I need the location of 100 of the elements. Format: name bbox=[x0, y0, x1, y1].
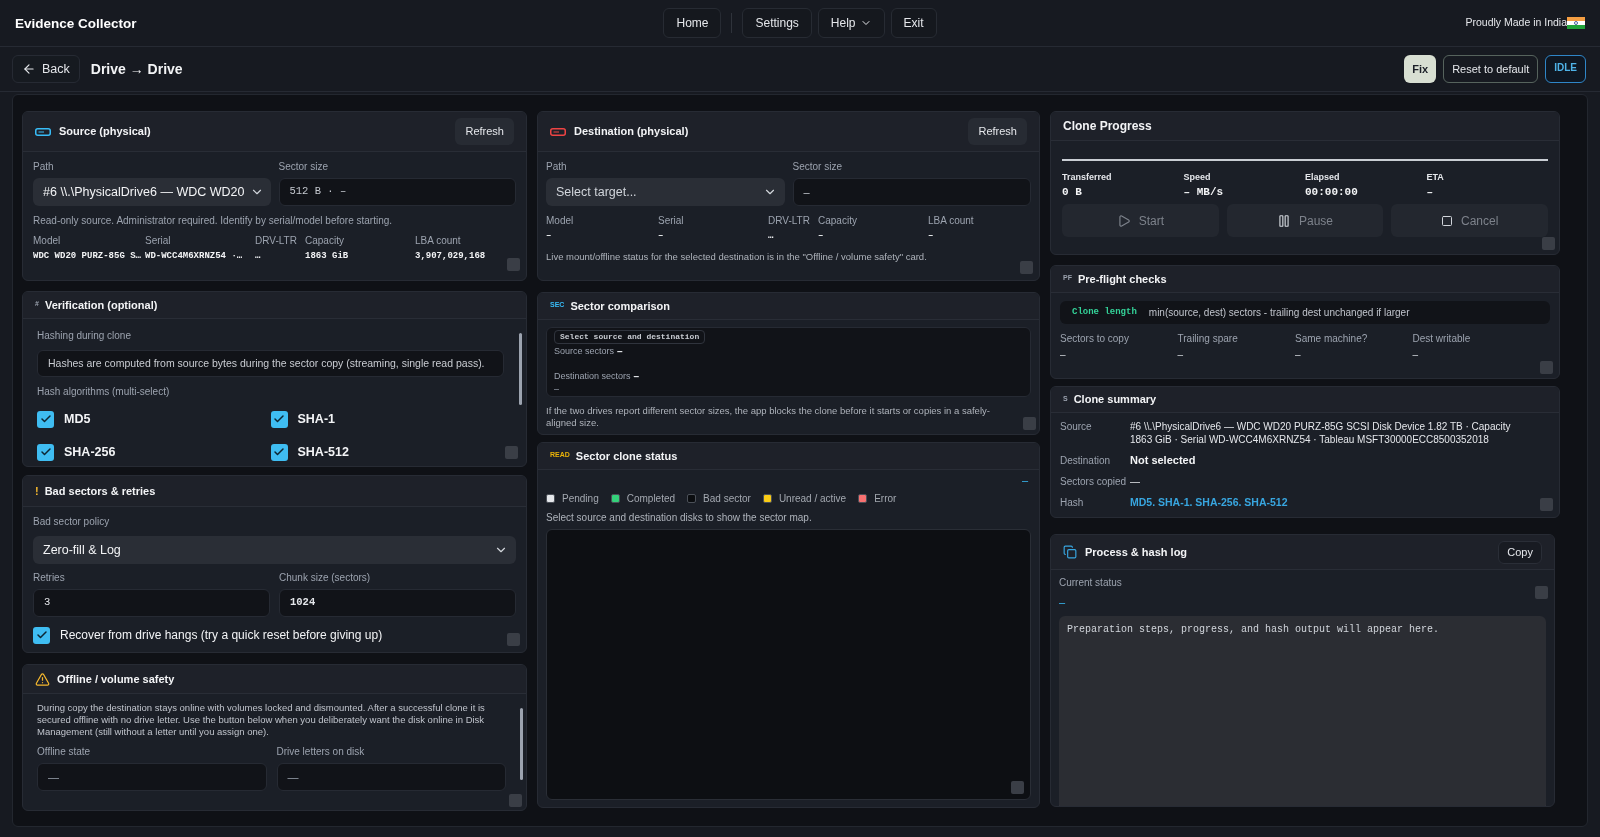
chunk-size-field[interactable]: 1024 bbox=[279, 589, 516, 617]
drive-letters-field[interactable]: — bbox=[276, 763, 506, 791]
field-value: – bbox=[633, 370, 640, 382]
checkbox[interactable] bbox=[33, 626, 50, 644]
field-label: Serial bbox=[658, 214, 685, 227]
scrollbar-thumb[interactable] bbox=[520, 708, 523, 780]
field-label: DRV-LTR bbox=[768, 214, 811, 227]
card-title: Process & hash log bbox=[1085, 544, 1188, 560]
field-label: Dest writable bbox=[1412, 332, 1472, 345]
stat-label: Transferred bbox=[1062, 171, 1113, 183]
field-label: Destination sectors bbox=[554, 370, 631, 382]
rule-text: min(source, dest) sectors - trailing dest unchanged if larger bbox=[1148, 306, 1410, 320]
checkbox-label: MD5 bbox=[64, 411, 91, 428]
summary-label: Destination bbox=[1060, 454, 1112, 467]
field-value: 1863 GiB bbox=[305, 250, 350, 262]
card-title: Pre-flight checks bbox=[1077, 271, 1167, 287]
field-label: Hashing during clone bbox=[37, 329, 132, 342]
square-icon bbox=[1542, 237, 1555, 250]
stat-value: 00:00:00 bbox=[1305, 185, 1359, 199]
square-icon bbox=[1540, 361, 1553, 374]
nav-button[interactable]: Settings bbox=[742, 8, 812, 38]
pause-icon bbox=[1276, 213, 1291, 228]
sector-size-field[interactable]: 512 B · – bbox=[278, 178, 516, 206]
rule-name: Clone length bbox=[1072, 305, 1137, 319]
page-title: Drive → Drive bbox=[90, 59, 183, 79]
legend-label: Pending bbox=[562, 492, 599, 506]
retries-field[interactable]: 3 bbox=[33, 589, 270, 617]
status-value: – bbox=[1059, 596, 1066, 608]
nav-button[interactable]: Exit bbox=[890, 8, 937, 38]
field-value: – bbox=[554, 384, 559, 395]
card-title: Source (physical) bbox=[59, 124, 151, 140]
checkbox[interactable] bbox=[270, 443, 288, 461]
square-icon bbox=[505, 446, 518, 459]
helper-text: Read-only source. Administrator required. Identify by serial/model before starting. bbox=[33, 214, 394, 227]
field-value: – bbox=[617, 345, 623, 357]
checkbox-label: SHA-256 bbox=[64, 443, 116, 461]
summary-label: Sectors copied bbox=[1060, 475, 1128, 488]
field-value: – bbox=[546, 230, 553, 242]
summary-label: Source bbox=[1060, 420, 1093, 434]
card-title: Sector clone status bbox=[575, 448, 678, 464]
app-title: Evidence Collector bbox=[15, 16, 137, 31]
checkbox-label: SHA-1 bbox=[297, 411, 335, 428]
back-button[interactable]: Back bbox=[12, 55, 80, 83]
legend-label: Error bbox=[874, 492, 897, 506]
refresh-button[interactable]: Refresh bbox=[968, 118, 1027, 145]
field-label: Hash algorithms (multi-select) bbox=[37, 385, 171, 398]
section-tag: ! bbox=[35, 482, 39, 500]
card-title: Offline / volume safety bbox=[57, 671, 175, 687]
field-value: – bbox=[1295, 348, 1301, 361]
stat-label: Speed bbox=[1183, 171, 1212, 183]
field-label: Offline state bbox=[37, 745, 92, 758]
square-stop-icon bbox=[1441, 214, 1453, 227]
card-title: Sector comparison bbox=[570, 298, 671, 314]
nav-button[interactable]: Help bbox=[817, 8, 885, 38]
stat-label: Elapsed bbox=[1305, 171, 1341, 183]
square-icon bbox=[507, 258, 520, 271]
field-label: Trailing spare bbox=[1177, 332, 1239, 345]
card-title: Clone Progress bbox=[1063, 118, 1152, 135]
path-select[interactable]: #6 \\.\PhysicalDrive6 — WDC WD20 bbox=[33, 178, 271, 206]
copy-button[interactable]: Copy bbox=[1498, 540, 1542, 564]
sector-size-field[interactable]: – bbox=[792, 178, 1031, 206]
field-label: Model bbox=[546, 214, 575, 227]
description-text: During copy the destination stays online with volumes locked and dismounted. After a successful clone it is secured offline with no drive letter. Use the button below when you deliberately want the disk online in Disk Management (still without a letter until you assign one). bbox=[37, 702, 486, 738]
field-label: Serial bbox=[145, 234, 172, 247]
field-value: … bbox=[255, 250, 262, 262]
nav-button[interactable]: Home bbox=[663, 8, 722, 38]
log-output[interactable]: Preparation steps, progress, and hash output will appear here. bbox=[1059, 616, 1546, 806]
stat-value: – MB/s bbox=[1183, 185, 1225, 199]
legend-label: Bad sector bbox=[703, 492, 751, 506]
copy-icon bbox=[1063, 545, 1077, 559]
policy-select[interactable]: Zero-fill & Log bbox=[33, 536, 516, 564]
field-label: Source sectors bbox=[554, 345, 615, 357]
legend-label: Unread / active bbox=[778, 492, 847, 506]
scrollbar-thumb[interactable] bbox=[519, 333, 522, 405]
card-title: Bad sectors & retries bbox=[44, 483, 156, 499]
square-icon bbox=[1540, 498, 1553, 511]
summary-label: Hash bbox=[1060, 496, 1085, 509]
square-icon bbox=[509, 794, 522, 807]
checkbox[interactable] bbox=[37, 443, 54, 461]
helper-text: If the two drives report different sector sizes, the app blocks the clone before it starts or copies in a safely-aligned size. bbox=[546, 405, 991, 429]
field-label: Sector size bbox=[278, 160, 329, 173]
offline-state-field[interactable]: — bbox=[37, 763, 267, 791]
checkbox[interactable] bbox=[270, 410, 288, 428]
refresh-button[interactable]: Refresh bbox=[455, 118, 514, 145]
field-value: – bbox=[1060, 348, 1066, 361]
summary-value: MD5. SHA-1. SHA-256. SHA-512 bbox=[1130, 496, 1289, 509]
field-label: Current status bbox=[1059, 576, 1123, 589]
checkbox[interactable] bbox=[37, 410, 54, 428]
summary-value: #6 \\.\PhysicalDrive6 — WDC WD20 PURZ-85G SCSI Disk Device 1.82 TB · Capacity 1863 GiB · Serial WD-WCC4M6XRNZ54 · Tableau MSFT30000ECC8500352018 bbox=[1130, 420, 1512, 446]
field-label: Retries bbox=[33, 571, 66, 584]
check-icon bbox=[35, 629, 48, 641]
field-value: 3,907,029,168 bbox=[415, 250, 487, 262]
helper-text: Select source and destination disks to show the sector map. bbox=[546, 512, 813, 524]
fix-button[interactable]: Fix bbox=[1404, 55, 1437, 83]
field-value: – bbox=[818, 230, 825, 242]
progress-text: – bbox=[1021, 474, 1028, 486]
path-select[interactable]: Select target... bbox=[546, 178, 785, 206]
hashing-info-field[interactable]: Hashes are computed from source bytes during the sector copy (streaming, single read pass). bbox=[37, 350, 504, 377]
reset-button[interactable]: Reset to default bbox=[1443, 55, 1539, 83]
field-value: – bbox=[658, 230, 665, 242]
